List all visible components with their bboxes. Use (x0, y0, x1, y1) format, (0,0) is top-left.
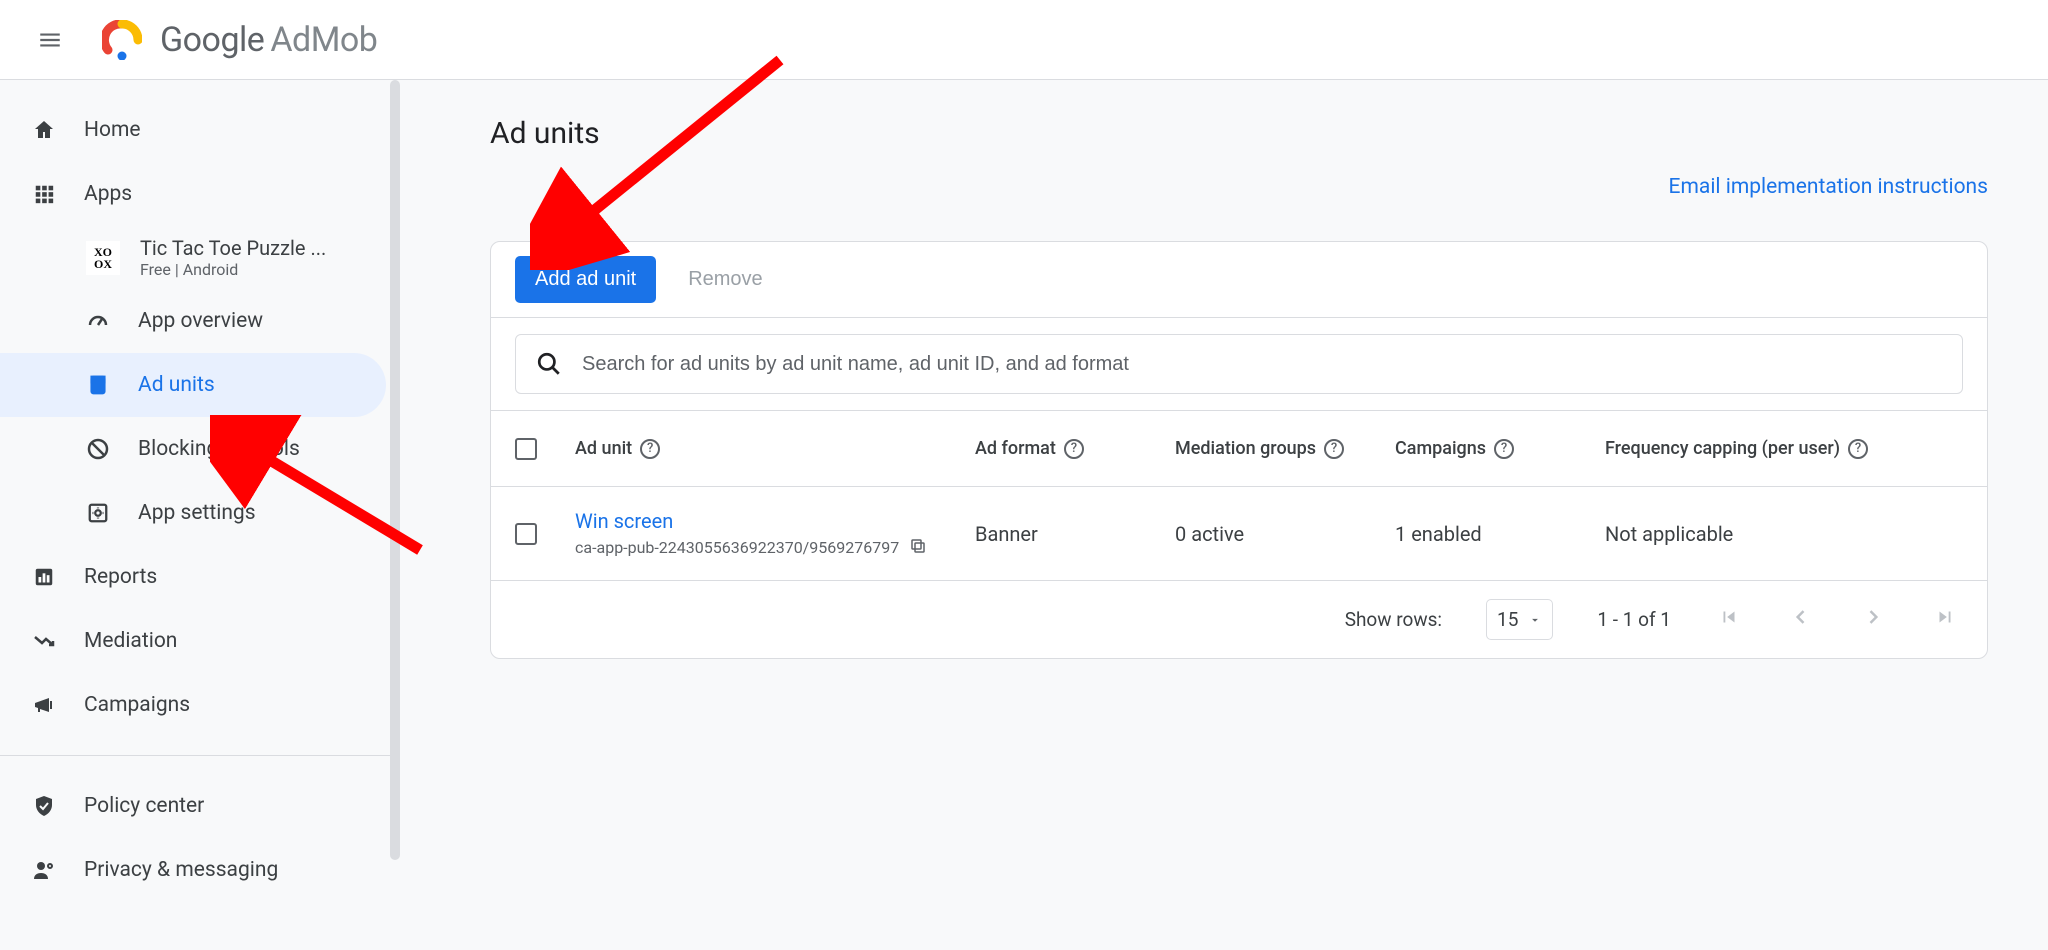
sidebar-item-policy[interactable]: Policy center (0, 774, 400, 838)
page-title: Ad units (490, 116, 1988, 151)
brand-admob: AdMob (270, 20, 377, 60)
help-icon[interactable]: ? (1064, 439, 1084, 459)
brand-google: Google (160, 20, 264, 60)
app-subtitle: Free | Android (140, 260, 326, 279)
sidebar-item-label: Home (84, 118, 141, 142)
card-toolbar: Add ad unit Remove (491, 242, 1987, 318)
table-row: Win screen ca-app-pub-2243055636922370/9… (491, 487, 1987, 581)
sidebar-item-label: Apps (84, 182, 132, 206)
sidebar-divider (0, 755, 400, 756)
email-instructions-link[interactable]: Email implementation instructions (1669, 175, 1988, 199)
main-content: Ad units Email implementation instructio… (400, 80, 2048, 950)
sidebar-item-app-overview[interactable]: App overview (0, 289, 400, 353)
cell-campaigns: 1 enabled (1395, 522, 1605, 546)
sidebar-item-privacy[interactable]: Privacy & messaging (0, 838, 400, 902)
add-ad-unit-button[interactable]: Add ad unit (515, 256, 656, 303)
sidebar-item-label: Reports (84, 565, 157, 589)
col-ad-unit: Ad unit (575, 438, 632, 459)
sidebar-item-blocking[interactable]: Blocking controls (0, 417, 400, 481)
block-icon (86, 437, 110, 461)
sidebar-item-app-settings[interactable]: App settings (0, 481, 400, 545)
admob-logo-icon (102, 20, 142, 60)
sidebar-item-reports[interactable]: Reports (0, 545, 400, 609)
sidebar-item-label: Mediation (84, 629, 177, 653)
prev-page-button[interactable] (1787, 607, 1815, 632)
ad-unit-name-link[interactable]: Win screen (575, 509, 975, 533)
cell-format: Banner (975, 522, 1175, 546)
rows-per-page-select[interactable]: 15 (1486, 599, 1553, 640)
help-icon[interactable]: ? (1848, 439, 1868, 459)
home-icon (32, 118, 56, 142)
select-all-checkbox[interactable] (515, 438, 537, 460)
search-box[interactable] (515, 334, 1963, 394)
shield-icon (32, 794, 56, 818)
show-rows-label: Show rows: (1345, 608, 1442, 631)
rows-value: 15 (1497, 608, 1518, 631)
sidebar-app-block[interactable]: XOOX Tic Tac Toe Puzzle ... Free | Andro… (0, 226, 400, 289)
sidebar-item-label: App overview (138, 309, 263, 333)
sidebar-item-label: Campaigns (84, 693, 190, 717)
sidebar-item-campaigns[interactable]: Campaigns (0, 673, 400, 737)
sidebar-item-ad-units[interactable]: Ad units (0, 353, 386, 417)
table-header: Ad unit? Ad format? Mediation groups? Ca… (491, 411, 1987, 487)
menu-button[interactable] (26, 16, 74, 64)
mediation-icon (32, 629, 56, 653)
help-icon[interactable]: ? (640, 439, 660, 459)
col-freq: Frequency capping (per user) (1605, 438, 1840, 459)
app-name: Tic Tac Toe Puzzle ... (140, 236, 326, 260)
sidebar-scrollbar[interactable] (390, 80, 400, 860)
sidebar-item-apps[interactable]: Apps (0, 162, 400, 226)
col-campaigns: Campaigns (1395, 438, 1486, 459)
copy-icon[interactable] (909, 537, 927, 559)
bar-chart-icon (32, 565, 56, 589)
ad-unit-id: ca-app-pub-2243055636922370/9569276797 (575, 538, 899, 557)
help-icon[interactable]: ? (1324, 439, 1344, 459)
app-header: Google AdMob (0, 0, 2048, 80)
ad-units-table: Ad unit? Ad format? Mediation groups? Ca… (491, 411, 1987, 658)
people-icon (32, 858, 56, 882)
row-checkbox[interactable] (515, 523, 537, 545)
sidebar: Home Apps XOOX Tic Tac Toe Puzzle ... Fr… (0, 80, 400, 950)
sidebar-item-label: Privacy & messaging (84, 858, 278, 882)
next-page-button[interactable] (1859, 607, 1887, 632)
sidebar-item-label: Policy center (84, 794, 204, 818)
gauge-icon (86, 309, 110, 333)
hamburger-icon (37, 27, 63, 53)
first-page-button[interactable] (1715, 606, 1743, 633)
settings-app-icon (86, 501, 110, 525)
table-footer: Show rows: 15 1 - 1 of 1 (491, 581, 1987, 658)
sidebar-item-label: App settings (138, 501, 256, 525)
row-range: 1 - 1 of 1 (1597, 608, 1671, 631)
help-icon[interactable]: ? (1494, 439, 1514, 459)
brand: Google AdMob (102, 20, 377, 60)
col-ad-format: Ad format (975, 438, 1056, 459)
last-page-button[interactable] (1931, 606, 1959, 633)
sidebar-item-label: Ad units (138, 373, 215, 397)
search-icon (536, 351, 562, 377)
cell-mediation: 0 active (1175, 522, 1395, 546)
dropdown-icon (1528, 613, 1542, 627)
sidebar-item-label: Blocking controls (138, 437, 300, 461)
apps-grid-icon (32, 182, 56, 206)
search-input[interactable] (582, 353, 1942, 376)
megaphone-icon (32, 693, 56, 717)
cell-freq: Not applicable (1605, 522, 1963, 546)
col-mediation: Mediation groups (1175, 438, 1316, 459)
app-icon: XOOX (86, 241, 120, 275)
remove-button[interactable]: Remove (680, 256, 770, 303)
sidebar-item-home[interactable]: Home (0, 98, 400, 162)
ad-unit-icon (86, 373, 110, 397)
ad-units-card: Add ad unit Remove Ad unit? Ad format? M… (490, 241, 1988, 659)
sidebar-item-mediation[interactable]: Mediation (0, 609, 400, 673)
